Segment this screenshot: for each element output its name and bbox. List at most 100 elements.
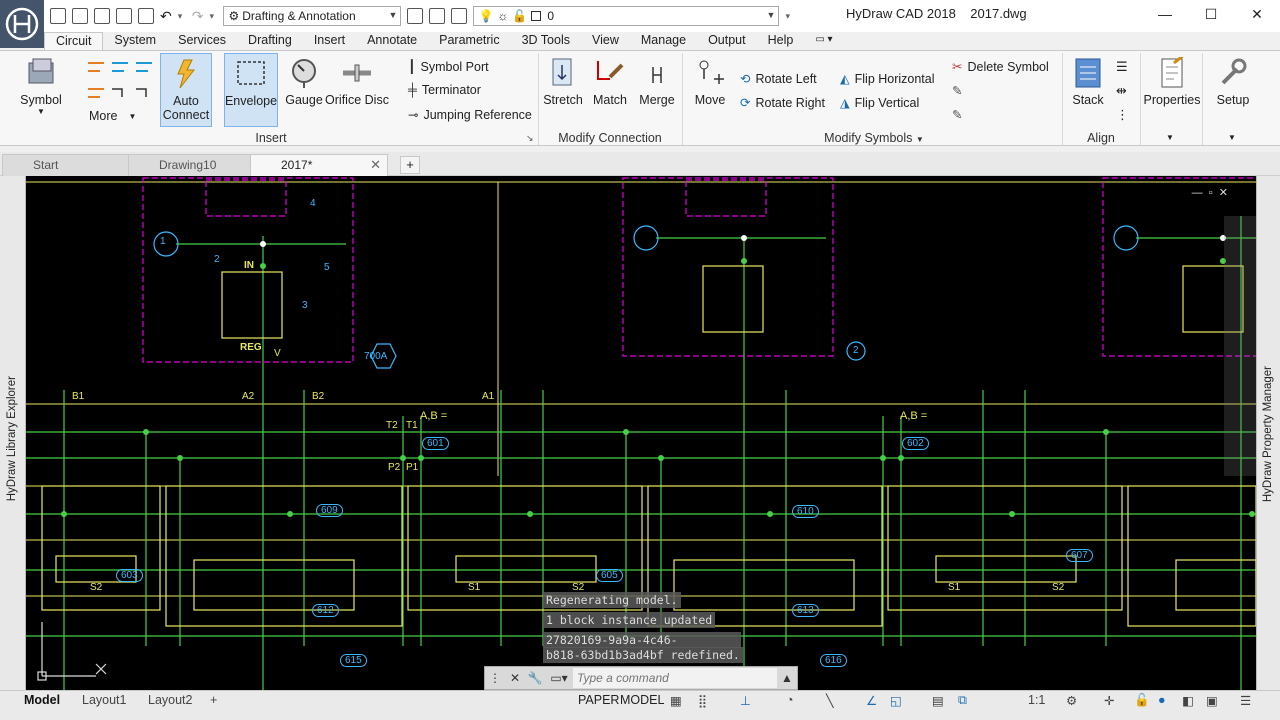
undo-dropdown-icon[interactable]: ▾ [178,11,186,22]
doc-tab-current[interactable]: 2017* ✕ [250,154,388,176]
doc-tab-drawing10[interactable]: Drawing10✕ [128,154,266,176]
panel-launcher-icon[interactable]: ↘ [526,133,534,144]
chevron-down-icon[interactable]: ▼ [1166,133,1174,142]
delete-symbol-button[interactable]: ✂ Delete Symbol [952,59,1049,75]
chevron-down-icon[interactable]: ▼ [1228,133,1236,142]
redo-icon[interactable]: ↷ [192,8,204,25]
ortho-icon[interactable]: ⊥ [740,693,751,708]
add-layout-button[interactable]: + [210,693,217,707]
library-explorer-palette[interactable]: HyDraw Library Explorer [0,176,26,690]
chevron-up-icon[interactable]: ▲ [777,667,797,689]
isolate-icon[interactable]: ◧ [1182,693,1194,708]
polar-icon[interactable]: ◔ [786,693,794,707]
doc-tab-start[interactable]: Start [2,154,148,176]
align-middle-icon[interactable]: ⇹ [1116,83,1127,99]
undo-icon[interactable]: ↶ [160,8,172,25]
tab-help[interactable]: Help [757,32,805,50]
tab-view[interactable]: View [581,32,630,50]
tab-services[interactable]: Services [167,32,237,50]
hardware-accel-icon[interactable]: ● [1158,693,1166,707]
tab-system[interactable]: System [103,32,167,50]
match-button[interactable]: Match [590,57,630,107]
jumping-reference-button[interactable]: ⊸ Jumping Reference [408,107,532,123]
tab-3d-tools[interactable]: 3D Tools [511,32,581,50]
qat-customize-icon[interactable]: ▾ [785,11,793,22]
tab-model[interactable]: Model [24,693,60,707]
print-icon[interactable] [138,8,154,24]
model-space-label[interactable]: MODEL [620,693,664,707]
rotate-right-button[interactable]: ⟳ Rotate Right [740,95,825,111]
selection-cycling-icon[interactable]: ⧉ [958,693,967,708]
save-icon[interactable] [94,8,110,24]
close-tab-icon[interactable]: ✕ [370,157,381,173]
more-button[interactable]: More ▼ [89,109,136,123]
auto-connect-button[interactable]: Auto Connect [160,53,212,127]
snap-icon[interactable]: ⣿ [698,693,707,708]
lineweight-icon[interactable]: ▤ [932,693,944,708]
save-as-icon[interactable] [116,8,132,24]
orifice-disc-button[interactable]: Orifice Disc [325,57,389,107]
tab-output[interactable]: Output [697,32,757,50]
stretch-button[interactable]: Stretch [542,57,584,107]
tab-parametric[interactable]: Parametric [428,32,510,50]
app-menu-button[interactable] [0,0,44,48]
modify-symbols-panel-label[interactable]: Modify Symbols ▼ [690,131,1058,145]
envelope-button[interactable]: Envelope [224,53,278,127]
ribbon-minimize-button[interactable]: ▭ ▾ [804,32,843,50]
tab-layout2[interactable]: Layout2 [148,693,192,707]
stack-button[interactable]: Stack [1068,57,1108,107]
navigation-bar[interactable] [1224,216,1256,476]
flip-vertical-button[interactable]: ◮ Flip Vertical [840,95,919,111]
lock-icon[interactable]: 🔓 [1134,693,1150,708]
tab-insert[interactable]: Insert [303,32,356,50]
align-top-icon[interactable]: ☰ [1116,59,1128,75]
maximize-button[interactable]: ☐ [1188,0,1234,28]
customize-menu-icon[interactable]: ☰ [1240,693,1251,708]
close-icon[interactable]: ✕ [505,667,525,689]
property-manager-palette[interactable]: HyDraw Property Manager [1256,176,1280,690]
new-tab-button[interactable]: + [400,156,420,174]
new-icon[interactable] [50,8,66,24]
tab-circuit[interactable]: Circuit [44,32,104,50]
annotation-scale[interactable]: 1:1 [1028,693,1045,707]
tab-manage[interactable]: Manage [630,32,697,50]
symbol-gallery-icon[interactable] [86,59,156,105]
tab-layout1[interactable]: Layout1 [82,693,126,707]
merge-button[interactable]: Merge [636,57,678,107]
open-icon[interactable] [72,8,88,24]
minimize-button[interactable]: — [1142,0,1188,28]
osnap-icon[interactable]: ╲ [826,693,834,708]
terminator-button[interactable]: ╪ Terminator [408,83,481,97]
gauge-button[interactable]: Gauge [284,57,324,107]
workspace-select[interactable]: ⚙ Drafting & Annotation ▼ [223,6,402,26]
viewport-controls[interactable]: — ▫ ✕ [1192,186,1228,199]
tab-annotate[interactable]: Annotate [356,32,428,50]
layer-walk-icon[interactable] [451,8,468,24]
redo-dropdown-icon[interactable]: ▾ [209,11,217,22]
layer-select[interactable]: 💡 ☼ 🔓 0 ▼ [473,6,780,26]
plus-icon[interactable]: ✛ [1104,693,1114,708]
align-bottom-icon[interactable]: ⋮ [1116,107,1129,123]
otrack-icon[interactable]: ∠ [866,693,877,708]
edit-symbol-button[interactable]: ✎ [952,83,962,98]
gear-icon[interactable]: ⚙ [1066,693,1077,708]
close-button[interactable]: ✕ [1234,0,1280,28]
grid-icon[interactable]: ▦ [670,693,682,708]
rotate-left-button[interactable]: ⟲ Rotate Left [740,71,817,87]
symbol-port-button[interactable]: ┃ Symbol Port [408,59,489,75]
clean-screen-icon[interactable]: ▣ [1206,693,1218,708]
tab-drafting[interactable]: Drafting [237,32,303,50]
command-input[interactable] [573,668,777,688]
layer-properties-icon[interactable] [407,8,424,24]
symbol-button[interactable]: Symbol ▼ [16,57,66,116]
dynamic-input-icon[interactable]: ◱ [890,693,902,708]
grip-icon[interactable]: ⋮ [485,667,505,689]
command-prompt-icon[interactable]: ▭▾ [545,667,573,689]
wrench-icon[interactable]: 🔧 [525,667,545,689]
flip-horizontal-button[interactable]: ◭ Flip Horizontal [840,71,935,87]
paper-space-label[interactable]: PAPER [578,693,619,707]
properties-button[interactable]: Properties [1144,57,1201,107]
edit-attributes-button[interactable]: ✎ [952,107,962,122]
move-button[interactable]: Move [690,57,730,107]
layer-states-icon[interactable] [429,8,446,24]
